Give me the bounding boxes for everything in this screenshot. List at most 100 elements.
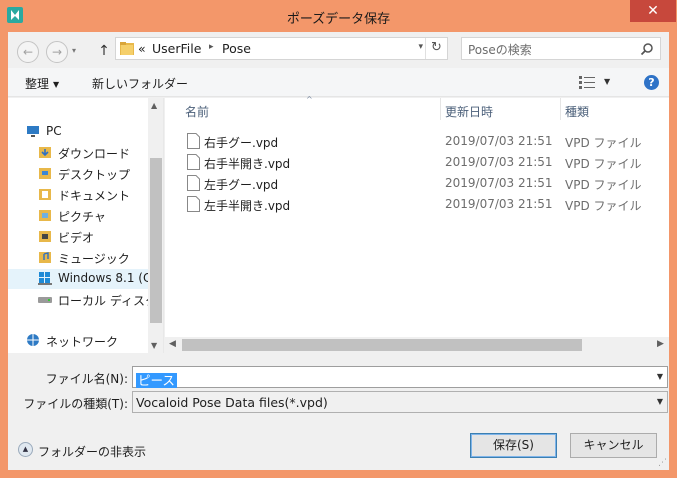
file-list-pane: ^ 名前 更新日時 種類 右手グー.vpd 2019/07/03 21:51 V… [165, 95, 669, 353]
search-box[interactable]: Poseの検索 [461, 37, 661, 60]
filename-input: ピース [136, 370, 177, 389]
scrollbar-thumb[interactable] [150, 158, 162, 323]
cancel-button[interactable]: キャンセル [570, 433, 657, 458]
file-date: 2019/07/03 21:51 [445, 176, 553, 190]
videos-folder-icon [39, 231, 51, 242]
nav-item-documents[interactable]: ドキュメント [38, 185, 148, 205]
file-icon [187, 154, 200, 170]
scroll-left-icon[interactable]: ◀ [169, 339, 176, 349]
nav-item-label: ミュージック [58, 252, 130, 266]
music-folder-icon [39, 252, 51, 263]
desktop-folder-icon [39, 168, 51, 179]
pc-icon [27, 126, 39, 137]
scroll-down-icon[interactable]: ▼ [151, 341, 157, 350]
new-folder-button[interactable]: 新しいフォルダー [92, 75, 188, 92]
breadcrumb-userfile[interactable]: UserFile [152, 41, 201, 56]
address-dropdown-icon[interactable]: ▾ [418, 42, 423, 52]
file-date: 2019/07/03 21:51 [445, 155, 553, 169]
organize-button[interactable]: 整理 ▼ [25, 75, 59, 92]
chevron-down-icon[interactable]: ▼ [657, 397, 663, 406]
file-date: 2019/07/03 21:51 [445, 197, 553, 211]
file-list-horizontal-scrollbar[interactable]: ◀ ▶ [165, 337, 669, 353]
file-row[interactable]: 右手半開き.vpd 2019/07/03 21:51 VPD ファイル [165, 152, 669, 173]
file-type: VPD ファイル [565, 157, 642, 171]
file-type: VPD ファイル [565, 199, 642, 213]
scrollbar-thumb[interactable] [182, 339, 582, 351]
nav-item-videos[interactable]: ビデオ [38, 227, 148, 247]
scroll-up-icon[interactable]: ▲ [151, 101, 157, 110]
pictures-folder-icon [39, 210, 51, 221]
resize-grip-icon[interactable]: ⋰ [658, 458, 667, 468]
file-icon [187, 175, 200, 191]
nav-item-desktop[interactable]: デスクトップ [38, 164, 148, 184]
file-type: VPD ファイル [565, 136, 642, 150]
filetype-label: ファイルの種類(T): [23, 397, 128, 411]
refresh-button[interactable]: ↻ [425, 38, 447, 59]
column-divider[interactable] [440, 98, 441, 120]
forward-arrow-icon[interactable]: → [46, 41, 68, 63]
save-dialog-window: ポーズデータ保存 ✕ ← → ▾ ↑ « UserFile ▸ Pose ▾ ↻… [0, 0, 677, 478]
column-header-name[interactable]: 名前 [185, 103, 209, 120]
chevron-down-icon[interactable]: ▼ [657, 372, 663, 381]
view-options-icon[interactable] [579, 76, 595, 89]
filetype-select[interactable]: Vocaloid Pose Data files(*.vpd) ▼ [132, 391, 668, 413]
up-folder-button[interactable]: ↑ [96, 40, 112, 62]
file-name: 右手グー.vpd [204, 136, 279, 150]
title-bar[interactable]: ポーズデータ保存 ✕ [0, 0, 677, 32]
column-divider[interactable] [560, 98, 561, 120]
organize-label: 整理 [25, 77, 50, 91]
search-input[interactable]: Poseの検索 [468, 41, 532, 58]
disk-drive-icon [38, 297, 52, 303]
dialog-client-area: ← → ▾ ↑ « UserFile ▸ Pose ▾ ↻ Poseの検索 整理… [8, 32, 669, 470]
view-options-chevron-icon[interactable]: ▼ [604, 77, 610, 86]
folder-icon [120, 42, 134, 55]
recent-locations-chevron-icon[interactable]: ▾ [72, 46, 76, 55]
filename-selected-text[interactable]: ピース [136, 373, 177, 388]
scroll-right-icon[interactable]: ▶ [657, 339, 664, 349]
nav-item-label: ネットワーク [46, 335, 119, 349]
breadcrumb-separator-icon[interactable]: ▸ [209, 42, 214, 52]
nav-item-label: デスクトップ [58, 168, 131, 182]
hide-folders-label: フォルダーの非表示 [38, 445, 147, 459]
nav-item-pictures[interactable]: ピクチャ [38, 206, 148, 226]
file-date: 2019/07/03 21:51 [445, 134, 553, 148]
address-bar[interactable]: « UserFile ▸ Pose ▾ ↻ [115, 37, 448, 60]
column-header-date[interactable]: 更新日時 [445, 103, 493, 120]
filename-field[interactable]: ピース ▼ [132, 366, 668, 388]
nav-item-local-disk[interactable]: ローカル ディスク (D [38, 290, 163, 310]
downloads-folder-icon [39, 147, 51, 158]
nav-item-pc[interactable]: PC [26, 122, 146, 142]
nav-item-music[interactable]: ミュージック [38, 248, 148, 268]
nav-item-label: ドキュメント [58, 189, 131, 203]
nav-item-windows-drive[interactable]: Windows 8.1 (C [8, 269, 151, 289]
file-name: 右手半開き.vpd [204, 157, 291, 171]
file-row[interactable]: 左手半開き.vpd 2019/07/03 21:51 VPD ファイル [165, 194, 669, 215]
help-icon[interactable]: ? [644, 75, 659, 90]
navigation-pane-scrollbar[interactable]: ▲ ▼ [148, 98, 163, 353]
nav-item-downloads[interactable]: ダウンロード [38, 143, 148, 163]
chevron-down-icon: ▼ [53, 80, 60, 89]
save-button[interactable]: 保存(S) [470, 433, 557, 458]
navigation-pane: PC ダウンロード デスクトップ ドキュメント ピクチャ ビデオ ミュージック … [8, 98, 164, 353]
command-toolbar: 整理 ▼ 新しいフォルダー ▼ ? [8, 68, 669, 97]
file-icon [187, 196, 200, 212]
column-header-type[interactable]: 種類 [565, 103, 589, 120]
file-row[interactable]: 左手グー.vpd 2019/07/03 21:51 VPD ファイル [165, 173, 669, 194]
back-arrow-icon[interactable]: ← [17, 41, 39, 63]
file-icon [187, 133, 200, 149]
search-icon[interactable] [640, 42, 654, 56]
close-button[interactable]: ✕ [630, 0, 676, 22]
address-overflow-chevron[interactable]: « [138, 41, 146, 56]
documents-folder-icon [39, 189, 51, 200]
file-type: VPD ファイル [565, 178, 642, 192]
file-row[interactable]: 右手グー.vpd 2019/07/03 21:51 VPD ファイル [165, 131, 669, 152]
network-icon [27, 334, 39, 346]
breadcrumb-pose[interactable]: Pose [222, 41, 251, 56]
window-title: ポーズデータ保存 [286, 12, 391, 27]
windows-drive-icon [38, 272, 52, 285]
filetype-value: Vocaloid Pose Data files(*.vpd) [136, 395, 328, 410]
file-name: 左手半開き.vpd [204, 199, 291, 213]
nav-item-label: ピクチャ [58, 210, 106, 224]
nav-item-network[interactable]: ネットワーク [26, 331, 146, 351]
chevron-up-circle-icon: ▲ [18, 442, 33, 457]
